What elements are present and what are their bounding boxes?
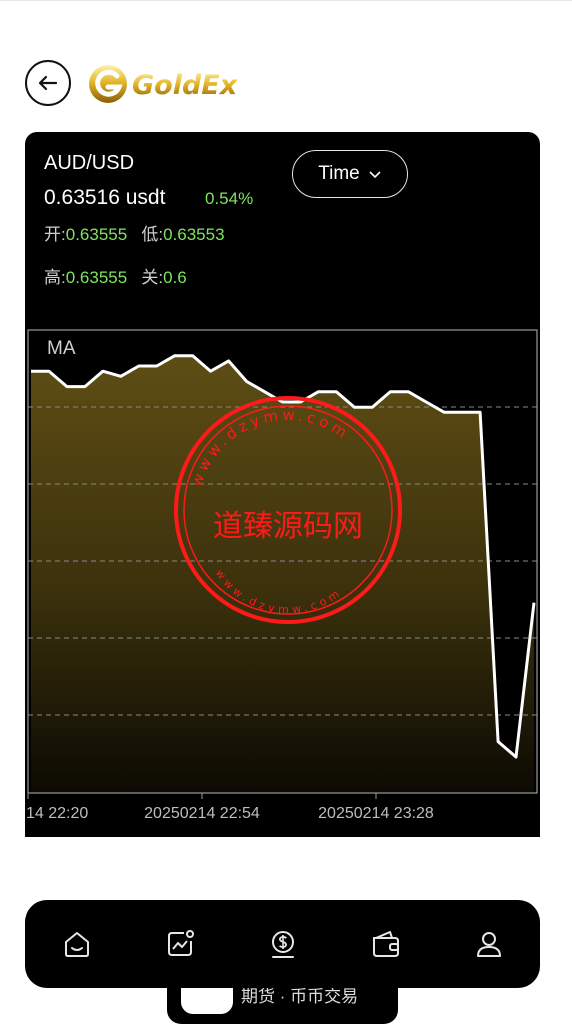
- arrow-left-icon: [38, 75, 58, 91]
- top-divider: [0, 0, 572, 1]
- back-button[interactable]: [25, 60, 71, 106]
- ohl-row-2: 高:0.63555 关:0.6: [44, 263, 187, 288]
- nav-wallet[interactable]: [356, 914, 416, 974]
- low-label: 低:: [141, 225, 164, 244]
- close-value: 0.6: [163, 268, 187, 287]
- dollar-coin-icon: [271, 931, 294, 958]
- high-value: 0.63555: [65, 268, 128, 287]
- wallet-icon: [372, 931, 399, 957]
- bottom-navigation: [25, 900, 540, 988]
- chart-card: AUD/USD 0.63516 usdt 0.54% 开:0.63555 低:0…: [25, 132, 540, 837]
- chart-icon: [167, 930, 194, 956]
- current-price: 0.63516 usdt: [44, 186, 166, 209]
- x-tick-label: 20250214 23:28: [318, 805, 434, 822]
- nav-profile[interactable]: [459, 914, 519, 974]
- open-value: 0.63555: [65, 225, 128, 244]
- nav-trade[interactable]: [253, 914, 313, 974]
- price-change: 0.54%: [205, 189, 254, 208]
- high-label: 高:: [44, 268, 66, 287]
- price-area: [31, 355, 534, 793]
- low-value: 0.63553: [163, 225, 225, 244]
- chevron-down-icon: [369, 171, 381, 179]
- x-tick-label: 14 22:20: [26, 805, 88, 822]
- ohl-row-1: 开:0.63555 低:0.63553: [44, 220, 225, 245]
- nav-home[interactable]: [47, 914, 107, 974]
- symbol-label: AUD/USD: [44, 152, 135, 174]
- nav-markets[interactable]: [150, 914, 210, 974]
- time-selector-label: Time: [318, 163, 360, 184]
- ma-indicator-label: MA: [47, 338, 76, 359]
- price-chart[interactable]: MA 14 22:20 20250214 22:54 20250214 23:28: [25, 327, 540, 837]
- user-icon: [476, 932, 501, 957]
- home-icon: [64, 932, 89, 957]
- svg-text:GoldEx: GoldEx: [132, 70, 239, 101]
- x-tick-label: 20250214 22:54: [144, 805, 260, 822]
- open-label: 开:: [44, 225, 66, 244]
- goldex-logo: GoldEx: [86, 62, 246, 106]
- close-label: 关:: [141, 268, 164, 287]
- time-selector-button[interactable]: Time: [292, 150, 408, 198]
